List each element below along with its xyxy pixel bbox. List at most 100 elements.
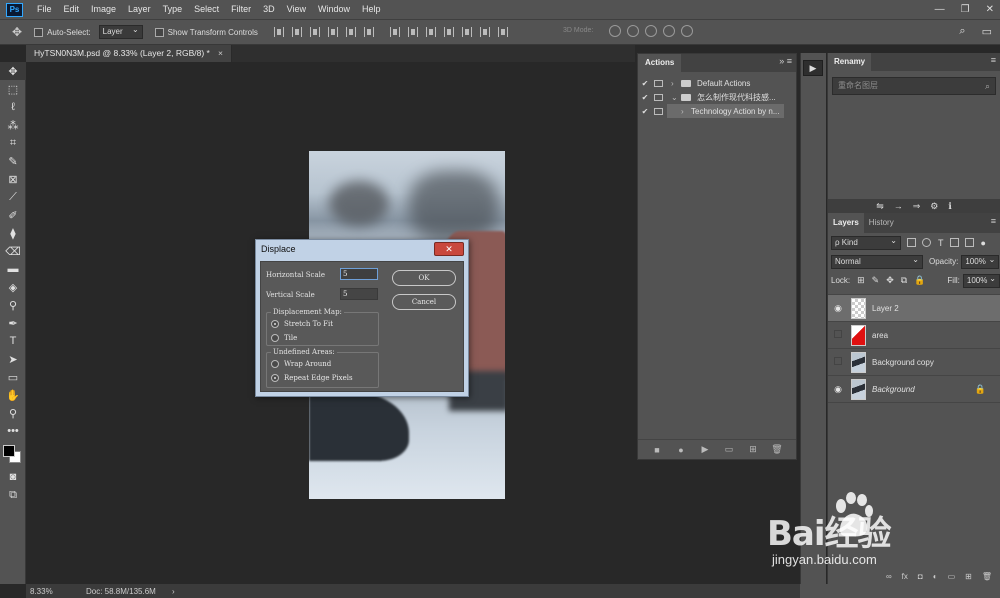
align-left-icon[interactable] <box>327 27 338 37</box>
double-arrow-icon[interactable]: ⇒ <box>913 201 921 212</box>
opacity-field[interactable]: 100% <box>961 254 1000 269</box>
action-set-custom[interactable]: ✔ ⌄ 怎么制作现代科技感... <box>638 90 796 104</box>
3d-orbit-icon[interactable] <box>609 25 621 37</box>
ok-button[interactable]: OK <box>392 270 456 286</box>
tab-layers[interactable]: Layers <box>828 213 864 233</box>
3d-roll-icon[interactable] <box>627 25 639 37</box>
search-icon[interactable]: ⌕ <box>959 25 965 38</box>
action-selected-highlight[interactable]: › Technology Action by n... <box>667 104 784 118</box>
close-window-button[interactable]: ✕ <box>986 4 994 15</box>
new-action-icon[interactable]: ⊞ <box>747 444 759 455</box>
new-group-icon[interactable]: ▭ <box>948 572 956 581</box>
action-toggle-icon[interactable]: ✔ <box>638 107 652 116</box>
pen-tool[interactable]: ✒ <box>0 314 26 332</box>
info-icon[interactable]: ℹ <box>948 201 951 212</box>
eye-off-icon[interactable] <box>834 330 842 338</box>
layer-name[interactable]: Background <box>872 385 915 394</box>
layer-row-layer-2[interactable]: ◉ Layer 2 <box>828 294 1000 321</box>
action-toggle-icon[interactable]: ✔ <box>638 79 652 88</box>
menu-type[interactable]: Type <box>157 0 189 19</box>
stop-icon[interactable]: ■ <box>651 445 663 455</box>
more-tools-icon[interactable]: ••• <box>0 422 26 440</box>
type-filter-icon[interactable]: T <box>938 238 944 248</box>
quick-mask-icon[interactable]: ◙ <box>0 468 26 486</box>
arrow-right-icon[interactable]: → <box>894 201 903 211</box>
color-swatches[interactable] <box>0 440 25 463</box>
new-set-icon[interactable]: ▭ <box>723 444 735 455</box>
layer-row-area[interactable]: area <box>828 321 1000 348</box>
maximize-button[interactable]: ❐ <box>961 4 970 15</box>
gear-icon[interactable]: ⚙ <box>930 201 938 212</box>
panel-menu-icon[interactable]: ≡ <box>787 56 792 66</box>
action-technology[interactable]: ✔ › Technology Action by n... <box>638 104 796 118</box>
transform-controls-checkbox[interactable]: Show Transform Controls <box>154 27 258 37</box>
rectangle-tool[interactable]: ▭ <box>0 368 26 386</box>
wrap-around-option[interactable]: Wrap Around <box>271 360 331 368</box>
3d-slide-icon[interactable] <box>663 25 675 37</box>
foreground-color-swatch[interactable] <box>3 445 15 457</box>
kind-filter-dropdown[interactable]: ρ Kind <box>831 235 901 250</box>
renamy-search-input[interactable]: 重命名图层 ⌕ <box>832 77 996 95</box>
eraser-tool[interactable]: ⌫ <box>0 242 26 260</box>
vertical-scale-input[interactable]: 5 <box>340 288 378 300</box>
horizontal-scale-input[interactable]: 5 <box>340 268 378 280</box>
minimize-button[interactable]: — <box>935 4 945 15</box>
distribute-left-icon[interactable] <box>443 27 454 37</box>
magic-wand-tool[interactable]: ⁂ <box>0 116 26 134</box>
action-set-default[interactable]: ✔ › Default Actions <box>638 76 796 90</box>
filter-toggle-icon[interactable]: ● <box>981 238 986 248</box>
menu-help[interactable]: Help <box>356 0 387 19</box>
move-tool-icon[interactable]: ✥ <box>12 25 22 39</box>
gradient-tool[interactable]: ▬ <box>0 260 26 278</box>
lock-all-icon[interactable]: 🔒 <box>914 275 925 286</box>
dialog-toggle-icon[interactable] <box>654 79 663 87</box>
actions-menu-icon[interactable]: » ≡ <box>779 56 792 66</box>
distribute-right-icon[interactable] <box>479 27 490 37</box>
dialog-close-button[interactable]: ✕ <box>434 242 464 256</box>
workspace-icon[interactable]: ▭ <box>982 25 992 38</box>
pixel-filter-icon[interactable] <box>907 238 916 247</box>
play-panel-icon[interactable]: ▶ <box>803 60 823 76</box>
dialog-toggle-icon[interactable] <box>654 107 663 115</box>
play-icon[interactable]: ▶ <box>699 444 711 455</box>
brush-tool[interactable]: ⟋ <box>0 188 26 206</box>
transform-check-icon[interactable] <box>154 27 164 37</box>
align-bottom-icon[interactable] <box>309 27 320 37</box>
visibility-toggle[interactable] <box>828 330 848 340</box>
expand-arrow-icon[interactable]: › <box>671 79 681 88</box>
auto-select-check-icon[interactable] <box>34 27 44 37</box>
history-brush-tool[interactable]: ⧫ <box>0 224 26 242</box>
menu-edit[interactable]: Edit <box>58 0 86 19</box>
dodge-tool[interactable]: ⚲ <box>0 296 26 314</box>
document-tab[interactable]: HyTSN0N3M.psd @ 8.33% (Layer 2, RGB/8) *… <box>26 45 232 62</box>
menu-select[interactable]: Select <box>188 0 225 19</box>
adjustment-filter-icon[interactable] <box>922 238 931 247</box>
align-right-icon[interactable] <box>363 27 374 37</box>
eyedropper-tool[interactable]: ✎ <box>0 152 26 170</box>
layer-name[interactable]: area <box>872 331 888 340</box>
clone-stamp-tool[interactable]: ✐ <box>0 206 26 224</box>
swap-icon[interactable]: ⇋ <box>876 201 884 212</box>
smart-object-filter-icon[interactable] <box>964 238 974 247</box>
path-selection-tool[interactable]: ➤ <box>0 350 26 368</box>
type-tool[interactable]: T <box>0 332 26 350</box>
marquee-tool[interactable]: ⬚ <box>0 80 26 98</box>
hand-tool[interactable]: ✋ <box>0 386 26 404</box>
lasso-tool[interactable]: ℓ <box>0 98 26 116</box>
radio-selected-icon[interactable] <box>271 374 279 382</box>
lock-paint-icon[interactable]: ✎ <box>872 275 880 286</box>
tab-history[interactable]: History <box>864 213 899 233</box>
radio-icon[interactable] <box>271 334 279 342</box>
close-tab-icon[interactable]: × <box>218 45 223 62</box>
move-tool[interactable]: ✥ <box>0 62 26 80</box>
stretch-to-fit-option[interactable]: Stretch To Fit <box>271 320 333 328</box>
dialog-toggle-icon[interactable] <box>654 93 663 101</box>
panel-menu-icon[interactable]: ≡ <box>991 55 996 65</box>
eye-icon[interactable]: ◉ <box>828 384 848 395</box>
menu-file[interactable]: File <box>31 0 58 19</box>
lock-artboard-icon[interactable]: ⧉ <box>901 275 907 286</box>
layer-row-background-copy[interactable]: Background copy <box>828 348 1000 375</box>
zoom-tool[interactable]: ⚲ <box>0 404 26 422</box>
tile-option[interactable]: Tile <box>271 334 297 342</box>
link-layers-icon[interactable]: ∞ <box>886 572 892 581</box>
